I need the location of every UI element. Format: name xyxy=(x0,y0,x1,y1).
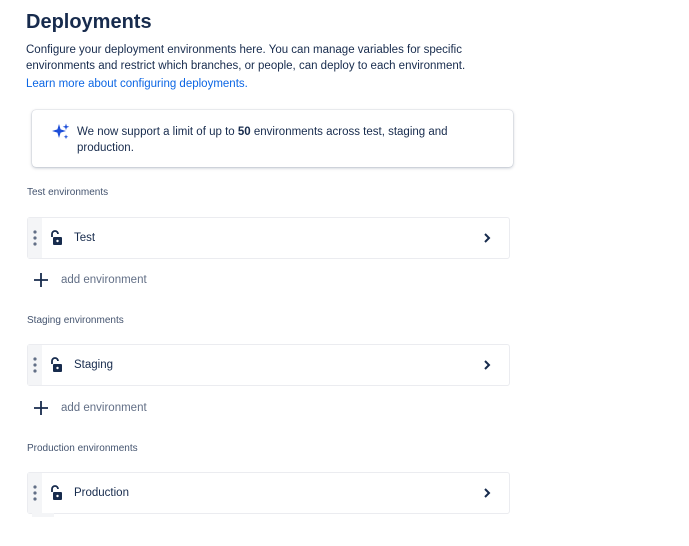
add-environment-button-test[interactable]: add environment xyxy=(32,269,147,291)
add-environment-label: add environment xyxy=(61,274,147,286)
deployments-settings-page: Deployments Configure your deployment en… xyxy=(26,10,526,514)
banner-limit-value: 50 xyxy=(237,126,251,138)
drag-handle-icon[interactable] xyxy=(28,345,42,385)
chevron-right-icon[interactable] xyxy=(479,357,495,373)
banner-message: We now support a limit of up to 50 envir… xyxy=(77,124,487,156)
environment-name: Production xyxy=(74,487,129,499)
drag-handle-icon[interactable] xyxy=(28,218,42,258)
learn-more-link[interactable]: Learn more about configuring deployments… xyxy=(26,78,248,90)
unlock-icon xyxy=(48,485,64,501)
unlock-icon xyxy=(48,230,64,246)
section-heading-production: Production environments xyxy=(27,443,138,454)
environment-name: Staging xyxy=(74,359,114,371)
environment-row-test[interactable]: Test xyxy=(27,217,510,259)
section-heading-staging: Staging environments xyxy=(27,315,124,326)
add-environment-button-production-partial[interactable] xyxy=(32,513,54,517)
section-heading-test: Test environments xyxy=(27,187,109,198)
plus-icon xyxy=(32,399,50,417)
sparkle-icon xyxy=(52,123,70,141)
chevron-right-icon[interactable] xyxy=(479,230,495,246)
plus-icon xyxy=(32,271,50,289)
banner-text-before: We now support a limit of up to xyxy=(77,126,238,138)
page-title: Deployments xyxy=(26,11,152,33)
unlock-icon xyxy=(48,357,64,373)
environment-row-staging[interactable]: Staging xyxy=(27,344,510,386)
add-environment-button-staging[interactable]: add environment xyxy=(32,397,147,419)
drag-handle-icon[interactable] xyxy=(28,473,42,513)
environment-row-production[interactable]: Production xyxy=(27,472,510,514)
environment-name: Test xyxy=(74,232,96,244)
page-description: Configure your deployment environments h… xyxy=(26,44,466,72)
environment-limit-banner: We now support a limit of up to 50 envir… xyxy=(32,110,513,167)
add-environment-label: add environment xyxy=(61,402,147,414)
chevron-right-icon[interactable] xyxy=(479,485,495,501)
